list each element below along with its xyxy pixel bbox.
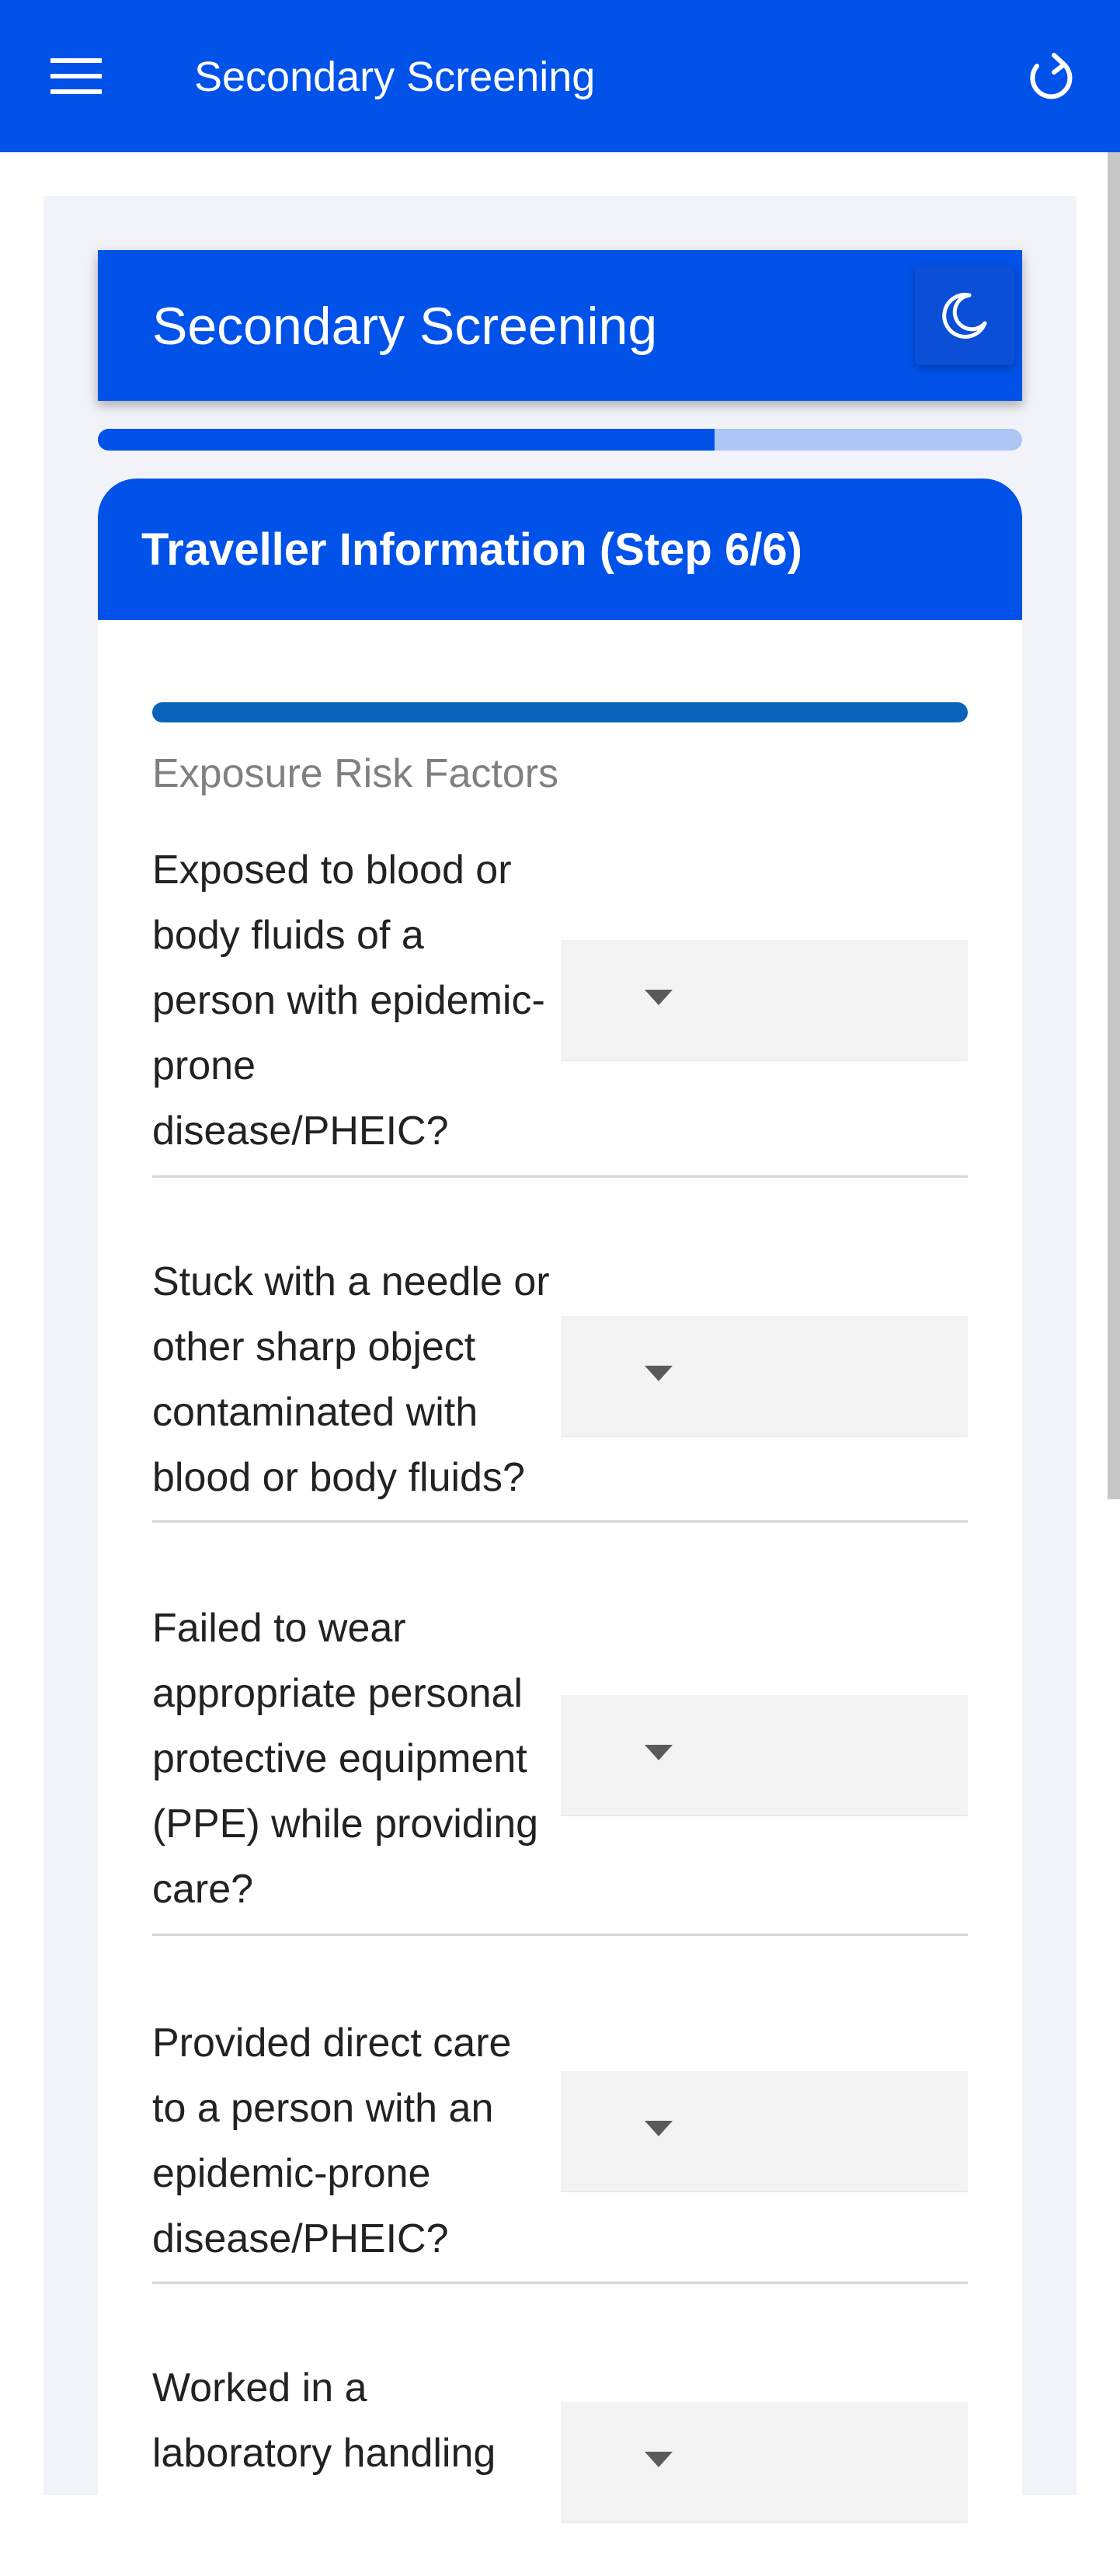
form-card: Traveller Information (Step 6/6) Exposur… [98,479,1022,2576]
step-title: Traveller Information (Step 6/6) [141,524,802,575]
menu-button[interactable] [45,53,107,99]
question-label: Provided direct care to a person with an… [152,2021,512,2261]
answer-select[interactable] [561,1695,968,1816]
moon-icon [942,293,987,339]
menu-icon [50,58,102,94]
answer-select[interactable] [561,2402,968,2523]
section-title: Exposure Risk Factors [152,751,559,796]
section-divider-bar [152,702,968,722]
scrollbar[interactable] [1108,152,1120,1499]
question-row: Worked in a laboratory handling [152,2355,968,2576]
progress-bar-fill [98,429,715,451]
dropdown-arrow-icon [645,1366,673,1381]
theme-toggle-button[interactable] [915,266,1014,365]
question-row: Exposed to blood or body fluids of a per… [152,837,968,1178]
progress-bar [98,429,1022,451]
answer-select[interactable] [561,940,968,1061]
dropdown-arrow-icon [645,2121,673,2136]
app-bar: Secondary Screening [0,0,1120,152]
header-card-title: Secondary Screening [152,297,658,356]
refresh-icon [1030,53,1073,99]
dropdown-arrow-icon [645,1745,673,1760]
dropdown-arrow-icon [645,990,673,1005]
screening-header-card: Secondary Screening [98,250,1022,401]
question-row: Provided direct care to a person with an… [152,2010,968,2284]
question-label: Failed to wear appropriate personal prot… [152,1606,539,1912]
question-row: Stuck with a needle or other sharp objec… [152,1249,968,1523]
question-label: Worked in a laboratory handling [152,2365,496,2476]
dropdown-arrow-icon [645,2452,673,2467]
app-bar-title: Secondary Screening [194,54,596,100]
question-row: Failed to wear appropriate personal prot… [152,1596,968,1936]
answer-select[interactable] [561,2071,968,2192]
form-card-header: Traveller Information (Step 6/6) [98,479,1022,620]
refresh-button[interactable] [1019,47,1081,109]
question-label: Exposed to blood or body fluids of a per… [152,848,545,1154]
answer-select[interactable] [561,1316,968,1437]
question-label: Stuck with a needle or other sharp objec… [152,1259,550,1500]
